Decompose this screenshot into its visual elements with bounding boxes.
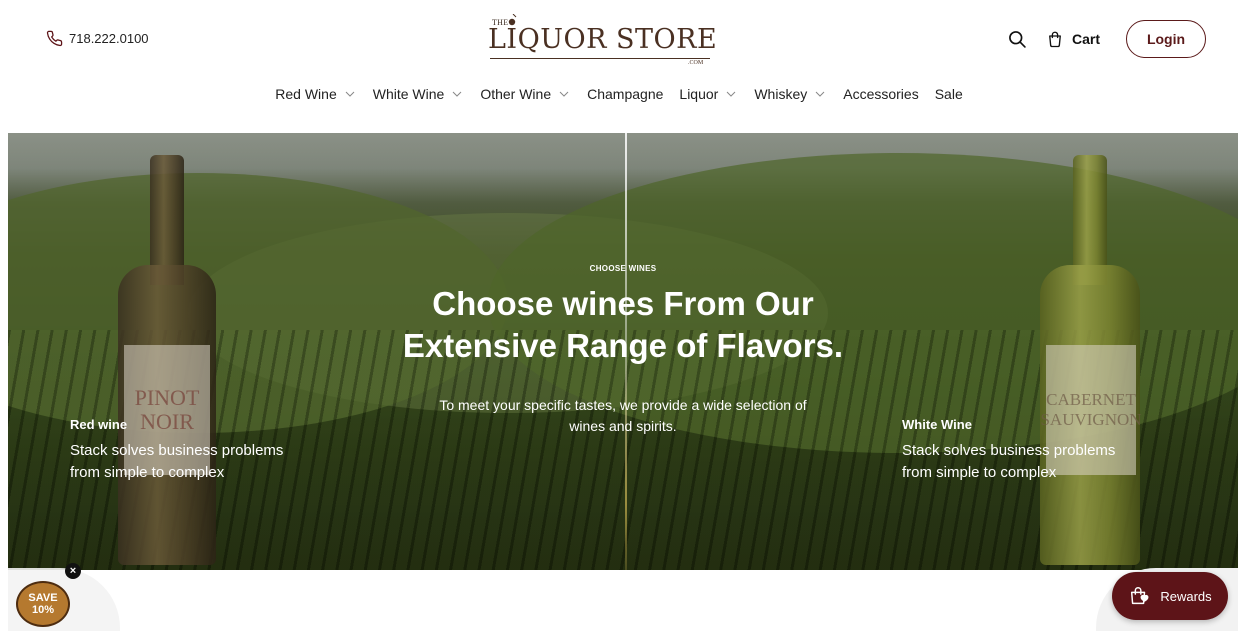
logo-underline — [490, 58, 710, 59]
nav-item-label: Liquor — [679, 86, 719, 102]
cart-label: Cart — [1071, 31, 1100, 47]
white-wine-panel[interactable]: White Wine Stack solves business problem… — [902, 417, 1142, 484]
rewards-button[interactable]: Rewards — [1112, 572, 1228, 620]
logo-com-text: .COM — [688, 60, 704, 66]
login-button[interactable]: Login — [1126, 20, 1206, 58]
nav-item-label: Champagne — [587, 86, 664, 102]
close-icon[interactable]: × — [65, 563, 81, 579]
hero-title-line: Choose wines From Our — [432, 285, 814, 322]
logo-main-text: LIQUOR STORE — [488, 24, 718, 55]
search-button[interactable] — [1006, 28, 1028, 50]
nav-item-whiskey[interactable]: Whiskey — [754, 86, 827, 102]
nav-item-label: Other Wine — [480, 86, 552, 102]
hero-banner: PINOT NOIR CABERNET SAUVIGNON CHOOSE WIN… — [8, 133, 1238, 570]
hero-title: Choose wines From Our Extensive Range of… — [8, 283, 1238, 367]
chevron-down-icon — [559, 91, 569, 97]
search-icon — [1009, 31, 1026, 48]
chevron-down-icon — [345, 91, 355, 97]
cart-button[interactable]: Cart — [1046, 30, 1100, 48]
nav-item-label: White Wine — [372, 86, 445, 102]
nav-item-accessories[interactable]: Accessories — [843, 86, 918, 102]
description-line: Stack solves business problems — [70, 442, 284, 459]
phone-contact[interactable]: 718.222.0100 — [46, 30, 149, 47]
gift-bag-heart-icon — [1131, 587, 1149, 605]
hero-eyebrow: CHOOSE WINES — [589, 264, 657, 273]
save-discount-badge[interactable]: SAVE 10% — [16, 581, 70, 627]
white-wine-description: Stack solves business problems from simp… — [902, 440, 1142, 484]
nav-item-red-wine[interactable]: Red Wine — [275, 86, 356, 102]
chevron-down-icon — [452, 91, 462, 97]
red-wine-description: Stack solves business problems from simp… — [70, 440, 310, 484]
hero-title-line: Extensive Range of Flavors. — [402, 327, 844, 364]
description-line: Stack solves business problems — [902, 442, 1116, 459]
nav-item-label: Red Wine — [275, 86, 337, 102]
nav-item-champagne[interactable]: Champagne — [587, 86, 663, 102]
description-line: from simple to complex — [70, 464, 225, 481]
nav-item-label: Sale — [934, 86, 963, 102]
description-line: from simple to complex — [902, 464, 1057, 481]
white-wine-title: White Wine — [902, 417, 972, 432]
site-header: 718.222.0100 THE LIQUOR STORE .COM Cart … — [0, 0, 1238, 80]
chevron-down-icon — [726, 91, 736, 97]
site-logo[interactable]: THE LIQUOR STORE .COM — [488, 8, 718, 68]
nav-item-liquor[interactable]: Liquor — [679, 86, 738, 102]
chevron-down-icon — [815, 91, 825, 97]
red-wine-panel[interactable]: Red wine Stack solves business problems … — [70, 417, 310, 484]
nav-item-label: Accessories — [843, 86, 919, 102]
hero-subtitle-line: To meet your specific tastes, we provide… — [439, 397, 807, 413]
nav-item-white-wine[interactable]: White Wine — [373, 86, 465, 102]
phone-icon — [46, 30, 63, 47]
shopping-bag-icon — [1049, 31, 1061, 48]
main-nav: Red Wine White Wine Other Wine Champagne… — [0, 86, 1238, 102]
save-badge-line: SAVE — [28, 592, 58, 604]
red-wine-title: Red wine — [70, 417, 128, 432]
phone-number: 718.222.0100 — [69, 31, 149, 46]
save-badge-line: 10% — [31, 604, 55, 616]
nav-item-sale[interactable]: Sale — [935, 86, 963, 102]
rewards-label: Rewards — [1160, 588, 1212, 604]
nav-item-other-wine[interactable]: Other Wine — [480, 86, 571, 102]
header-actions: Cart Login — [1006, 20, 1206, 58]
nav-item-label: Whiskey — [754, 86, 808, 102]
